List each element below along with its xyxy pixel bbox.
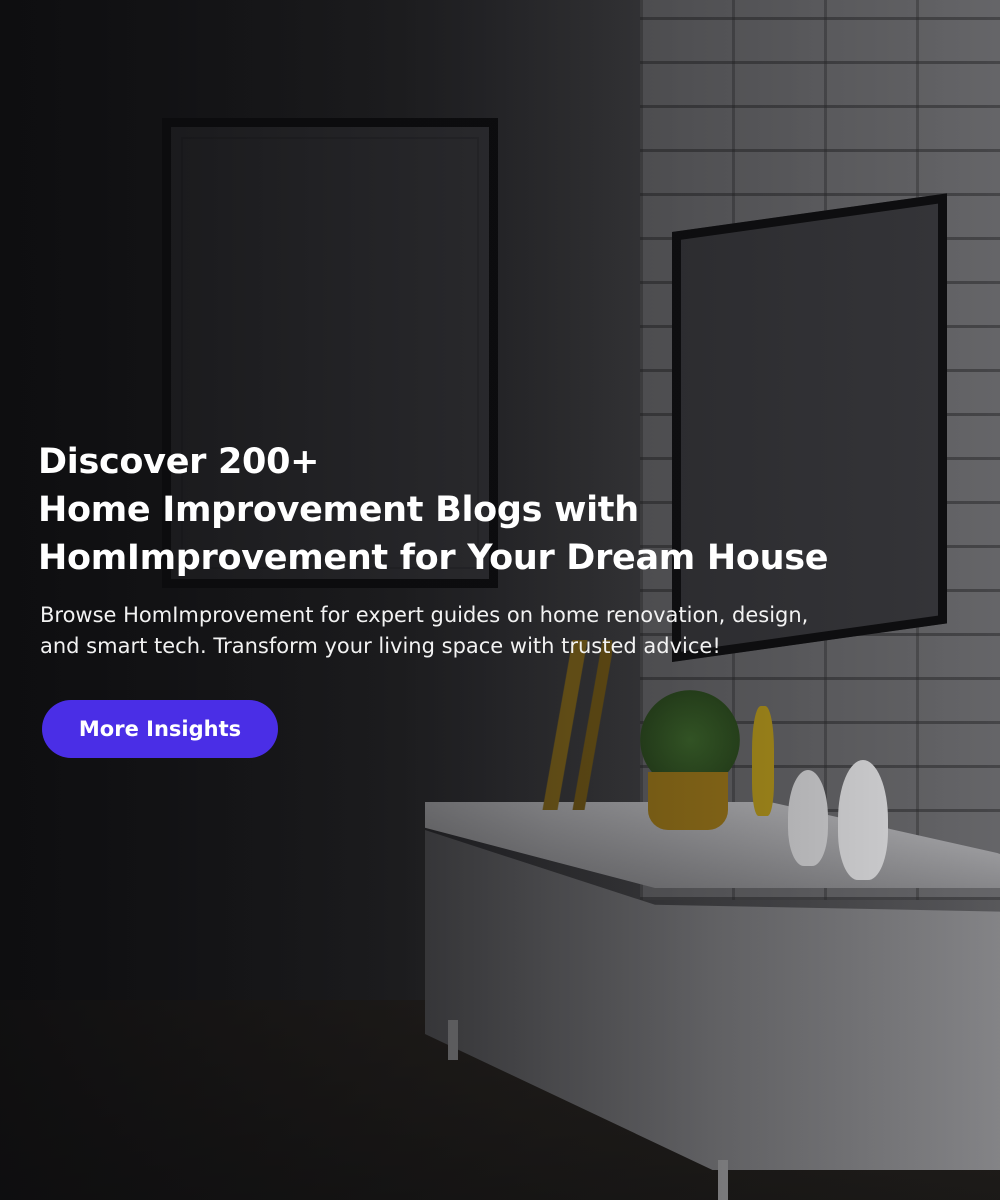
hero-headline: Discover 200+ Home Improvement Blogs wit… <box>38 438 988 582</box>
headline-line: Home Improvement Blogs with <box>38 490 639 530</box>
more-insights-button[interactable]: More Insights <box>42 700 278 758</box>
subtitle-line: Browse HomImprovement for expert guides … <box>40 603 809 627</box>
hero-subtitle: Browse HomImprovement for expert guides … <box>40 600 988 662</box>
headline-line: HomImprovement for Your Dream House <box>38 538 829 578</box>
headline-line: Discover 200+ <box>38 442 320 482</box>
hero-content: Discover 200+ Home Improvement Blogs wit… <box>38 438 988 662</box>
hero-banner: Discover 200+ Home Improvement Blogs wit… <box>0 0 1000 1200</box>
subtitle-line: and smart tech. Transform your living sp… <box>40 634 721 658</box>
